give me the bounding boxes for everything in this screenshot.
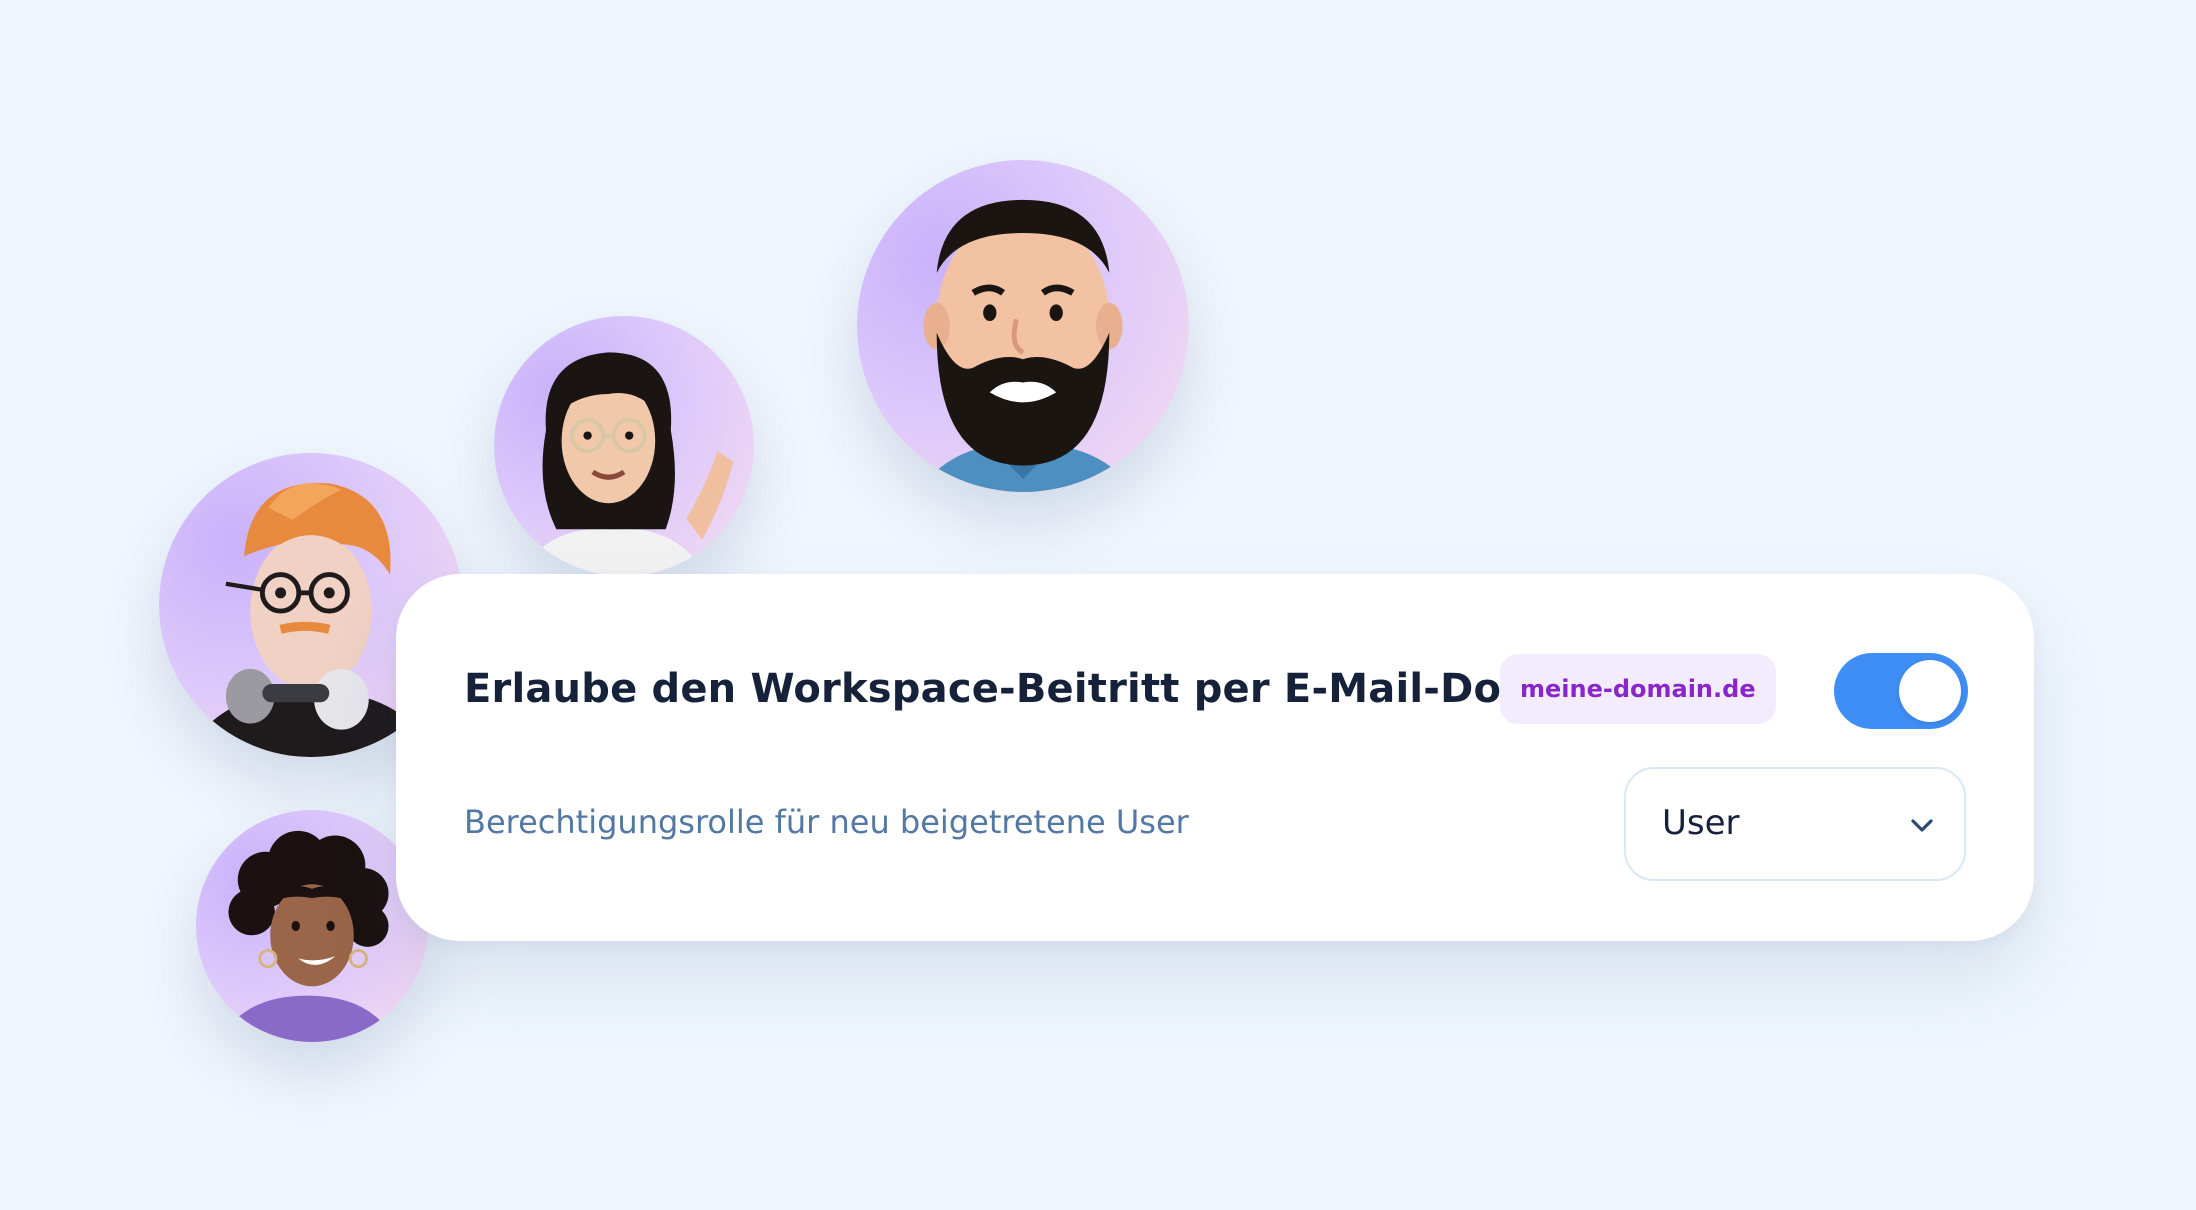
avatar-curly-hair-woman xyxy=(196,810,428,1042)
chevron-down-icon xyxy=(1911,819,1933,832)
avatar-woman-glasses xyxy=(494,316,754,576)
domain-badge: meine-domain.de xyxy=(1500,654,1776,724)
role-select-value: User xyxy=(1662,803,1740,843)
scene: Erlaube den Workspace-Beitritt per E-Mai… xyxy=(0,0,2196,1210)
bearded-man-illustration xyxy=(916,199,1136,492)
curly-woman-illustration xyxy=(219,830,396,1042)
workspace-domain-join-card: Erlaube den Workspace-Beitritt per E-Mai… xyxy=(396,574,2034,941)
role-label: Berechtigungsrolle für neu beigetretene … xyxy=(464,803,1189,841)
role-select[interactable]: User xyxy=(1624,767,1966,881)
avatar-bearded-man xyxy=(857,160,1189,492)
toggle-knob xyxy=(1899,660,1961,722)
woman-glasses-illustration xyxy=(520,352,734,576)
domain-join-toggle[interactable] xyxy=(1834,653,1968,729)
domain-join-title: Erlaube den Workspace-Beitritt per E-Mai… xyxy=(464,666,1613,712)
